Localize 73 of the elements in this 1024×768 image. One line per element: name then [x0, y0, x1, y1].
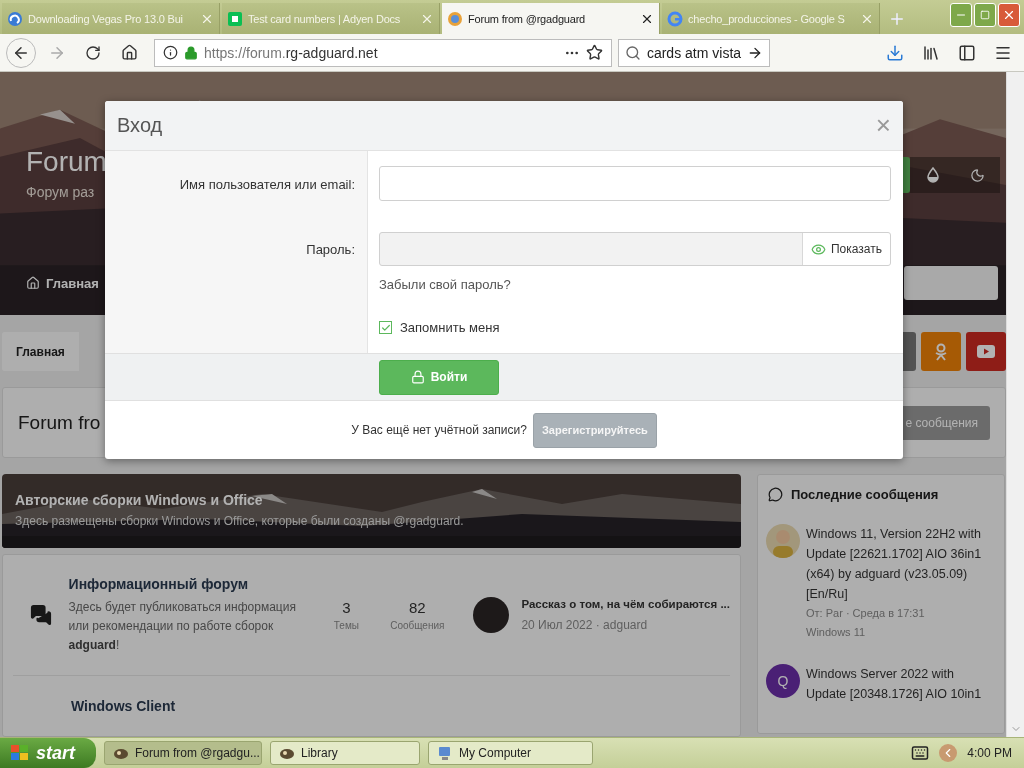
category-title: Авторские сборки Windows и Office — [15, 492, 264, 508]
windows-logo-icon — [10, 744, 30, 762]
maximize-button[interactable] — [974, 3, 996, 27]
moon-icon[interactable] — [970, 167, 986, 183]
swirl-icon — [7, 10, 23, 27]
close-button[interactable] — [998, 3, 1020, 27]
reload-icon — [85, 44, 101, 61]
dialog-title: Вход — [117, 114, 163, 137]
remember-checkbox[interactable]: Запомнить меня — [379, 320, 500, 335]
breadcrumb[interactable]: Главная — [2, 332, 79, 372]
google-icon — [667, 10, 683, 27]
contrast-icon[interactable] — [924, 167, 941, 183]
avatar — [473, 597, 510, 633]
social-button[interactable] — [966, 332, 1006, 372]
forum-description: Здесь будет публиковаться информация или рекомендации по работе сборок adguard! — [68, 598, 297, 654]
forum-title[interactable]: Windows Client — [13, 676, 730, 736]
start-button[interactable]: start — [0, 738, 96, 768]
play-icon — [977, 345, 995, 359]
download-icon — [886, 43, 904, 62]
stat-label: Темы — [333, 620, 359, 631]
nav-link[interactable]: Главная — [46, 275, 99, 291]
computer-icon — [437, 745, 453, 761]
keyboard-icon[interactable] — [911, 744, 930, 762]
lock-icon — [184, 45, 198, 60]
chat-icon — [768, 487, 783, 502]
chat-icon — [29, 604, 52, 626]
badge-icon — [447, 10, 463, 27]
clock: 4:00 PM — [967, 746, 1012, 760]
avatar: Q — [766, 664, 800, 698]
message-count: 82 — [408, 599, 426, 616]
browser-tab[interactable]: Forum from @rgadguard — [442, 3, 660, 34]
expand-tray-button[interactable] — [939, 744, 958, 762]
search-field[interactable]: cards atm vista — [618, 38, 770, 67]
info-icon[interactable] — [163, 45, 178, 60]
forum-title[interactable]: Информационный форум — [68, 575, 320, 592]
forgot-password-link[interactable]: Забыли свой пароль? — [379, 277, 511, 292]
lock-icon — [410, 370, 425, 384]
last-post-meta: 20 Июл 2022 · adguard — [521, 618, 649, 632]
username-field[interactable] — [379, 166, 891, 201]
category-description: Здесь размещены сборки Windows и Office, которые были созданы @rgadguard. — [15, 514, 465, 528]
post-title[interactable]: Windows Server 2022 with Update [20348.1726] AIO 10in1 — [806, 664, 996, 704]
page-title: Forum fro — [18, 411, 101, 434]
taskbar-button[interactable]: Forum from @rgadgu... — [104, 741, 262, 765]
sidebar-title: Последние сообщения — [791, 487, 939, 502]
site-subtitle: Форум раз — [26, 184, 95, 200]
post-meta: От: Par · Среда в 17:31 — [806, 606, 926, 621]
field-label: Пароль: — [306, 242, 355, 257]
library-icon — [922, 43, 940, 62]
minimize-button[interactable] — [950, 3, 972, 27]
field-label: Имя пользователя или email: — [179, 177, 355, 192]
avatar — [766, 524, 800, 558]
no-account-text: У Вас ещё нет учётной записи? — [351, 423, 527, 437]
maximize-icon — [980, 10, 990, 20]
thread-count: 3 — [342, 599, 351, 616]
category-banner[interactable]: Авторские сборки Windows и Office Здесь размещены сборки Windows и Office, которые были созданы @rgadguard. — [2, 474, 741, 548]
show-password-button[interactable]: Показать — [802, 233, 890, 265]
site-title: Forum — [26, 146, 107, 178]
taskbar-button[interactable]: Library — [270, 741, 420, 765]
sidebar-icon — [958, 43, 976, 62]
person-icon — [934, 342, 948, 361]
close-icon — [1002, 8, 1016, 22]
home-icon — [120, 44, 138, 61]
password-field[interactable]: Показать — [379, 232, 891, 266]
bookmark-icon[interactable] — [586, 44, 603, 61]
home-icon — [26, 276, 40, 290]
square-icon — [227, 10, 243, 27]
stat-label: Сообщения — [390, 620, 445, 631]
last-post-link[interactable]: Рассказ о том, на чём собираются ... — [521, 598, 730, 610]
taskbar-button[interactable]: My Computer — [428, 741, 593, 765]
search-icon — [625, 44, 641, 61]
eye-icon — [811, 241, 826, 257]
address-bar[interactable]: https://forum.rg-adguard.net — [154, 38, 612, 67]
post-title[interactable]: Windows 11, Version 22H2 with Update [22621.1702] AIO 36in1 (x64) by adguard (v23.05.09) [En/Ru] — [806, 524, 996, 604]
